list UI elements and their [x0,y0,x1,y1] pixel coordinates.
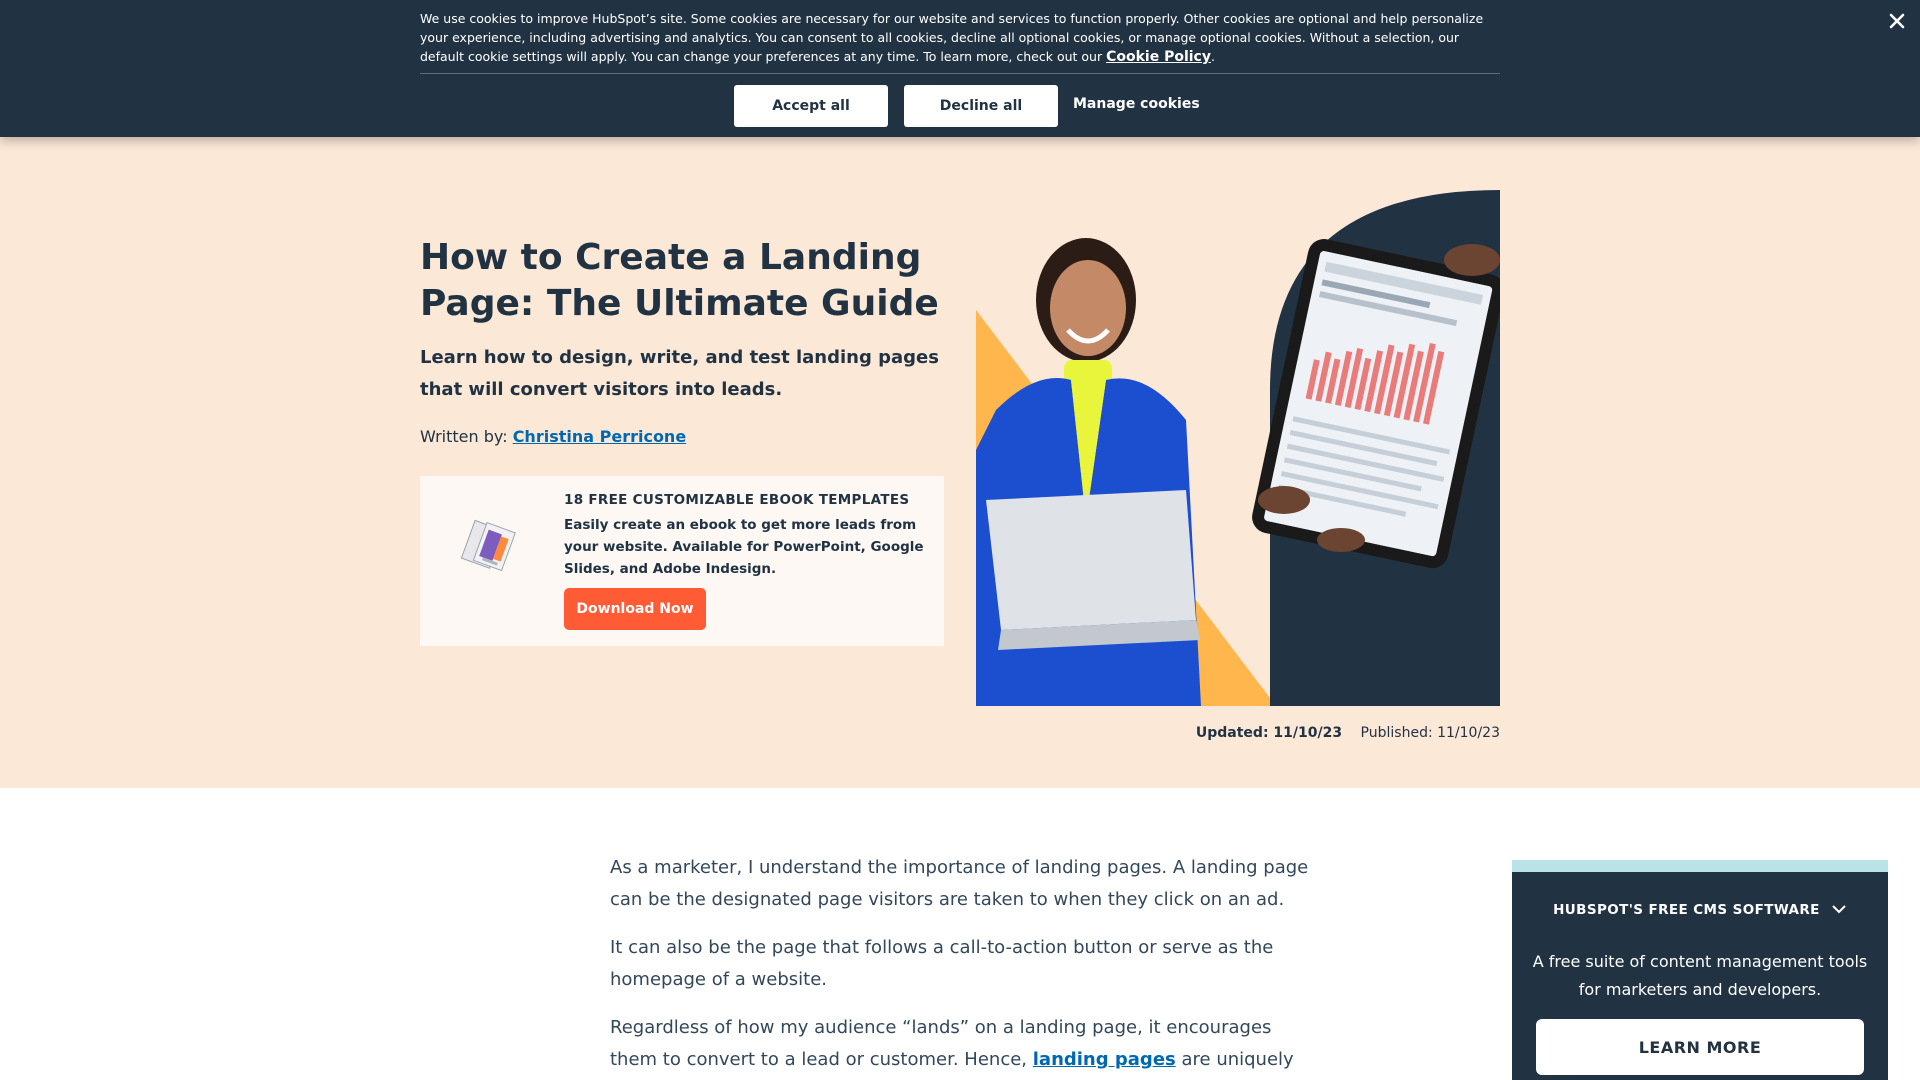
cookie-divider [420,73,1500,74]
learn-more-button[interactable]: LEARN MORE [1536,1019,1864,1075]
author-link[interactable]: Christina Perricone [513,427,686,446]
updated-date: Updated: 11/10/23 [1195,725,1343,741]
cookie-message: We use cookies to improve HubSpot’s site… [420,9,1500,67]
byline: Written by: Christina Perricone [420,427,686,446]
byline-label: Written by: [420,427,508,446]
page-title: How to Create a Landing Page: The Ultima… [420,237,939,324]
cms-promo-card: HUBSPOT'S FREE CMS SOFTWARE A free suite… [1512,860,1888,1080]
article-paragraph: Regardless of how my audience “lands” on… [610,1012,1310,1080]
article-paragraph: It can also be the page that follows a c… [610,937,1274,990]
chevron-down-icon [1831,902,1847,918]
close-icon[interactable] [1886,12,1908,34]
download-now-button[interactable]: Download Now [564,588,706,630]
ebook-thumbnail [456,514,528,586]
page-subtitle: Learn how to design, write, and test lan… [420,347,939,400]
decline-all-button[interactable]: Decline all [904,85,1058,127]
cookie-message-text: We use cookies to improve HubSpot’s site… [420,11,1484,64]
cookie-banner: We use cookies to improve HubSpot’s site… [0,0,1920,137]
hero-illustration [976,190,1500,706]
ebook-description: Easily create an ebook to get more leads… [564,517,924,577]
ebook-offer-card: 18 FREE CUSTOMIZABLE EBOOK TEMPLATES Eas… [420,476,944,646]
post-dates: Updated: 11/10/23 Published: 11/10/23 [1196,725,1500,741]
manage-cookies-link[interactable]: Manage cookies [1073,96,1200,112]
published-date: Published: 11/10/23 [1360,725,1500,741]
landing-pages-link[interactable]: landing pages [1033,1049,1176,1070]
cms-heading-label: HUBSPOT'S FREE CMS SOFTWARE [1553,902,1820,918]
article-body: As a marketer, I understand the importan… [610,852,1310,1080]
cms-heading[interactable]: HUBSPOT'S FREE CMS SOFTWARE [1512,902,1888,918]
accept-all-button[interactable]: Accept all [734,85,888,127]
cookie-message-suffix: . [1210,49,1215,64]
cookie-policy-link[interactable]: Cookie Policy [1106,49,1211,65]
ebook-title: 18 FREE CUSTOMIZABLE EBOOK TEMPLATES [564,492,910,508]
article-paragraph: As a marketer, I understand the importan… [610,857,1309,910]
cms-description: A free suite of content management tools… [1532,952,1868,999]
